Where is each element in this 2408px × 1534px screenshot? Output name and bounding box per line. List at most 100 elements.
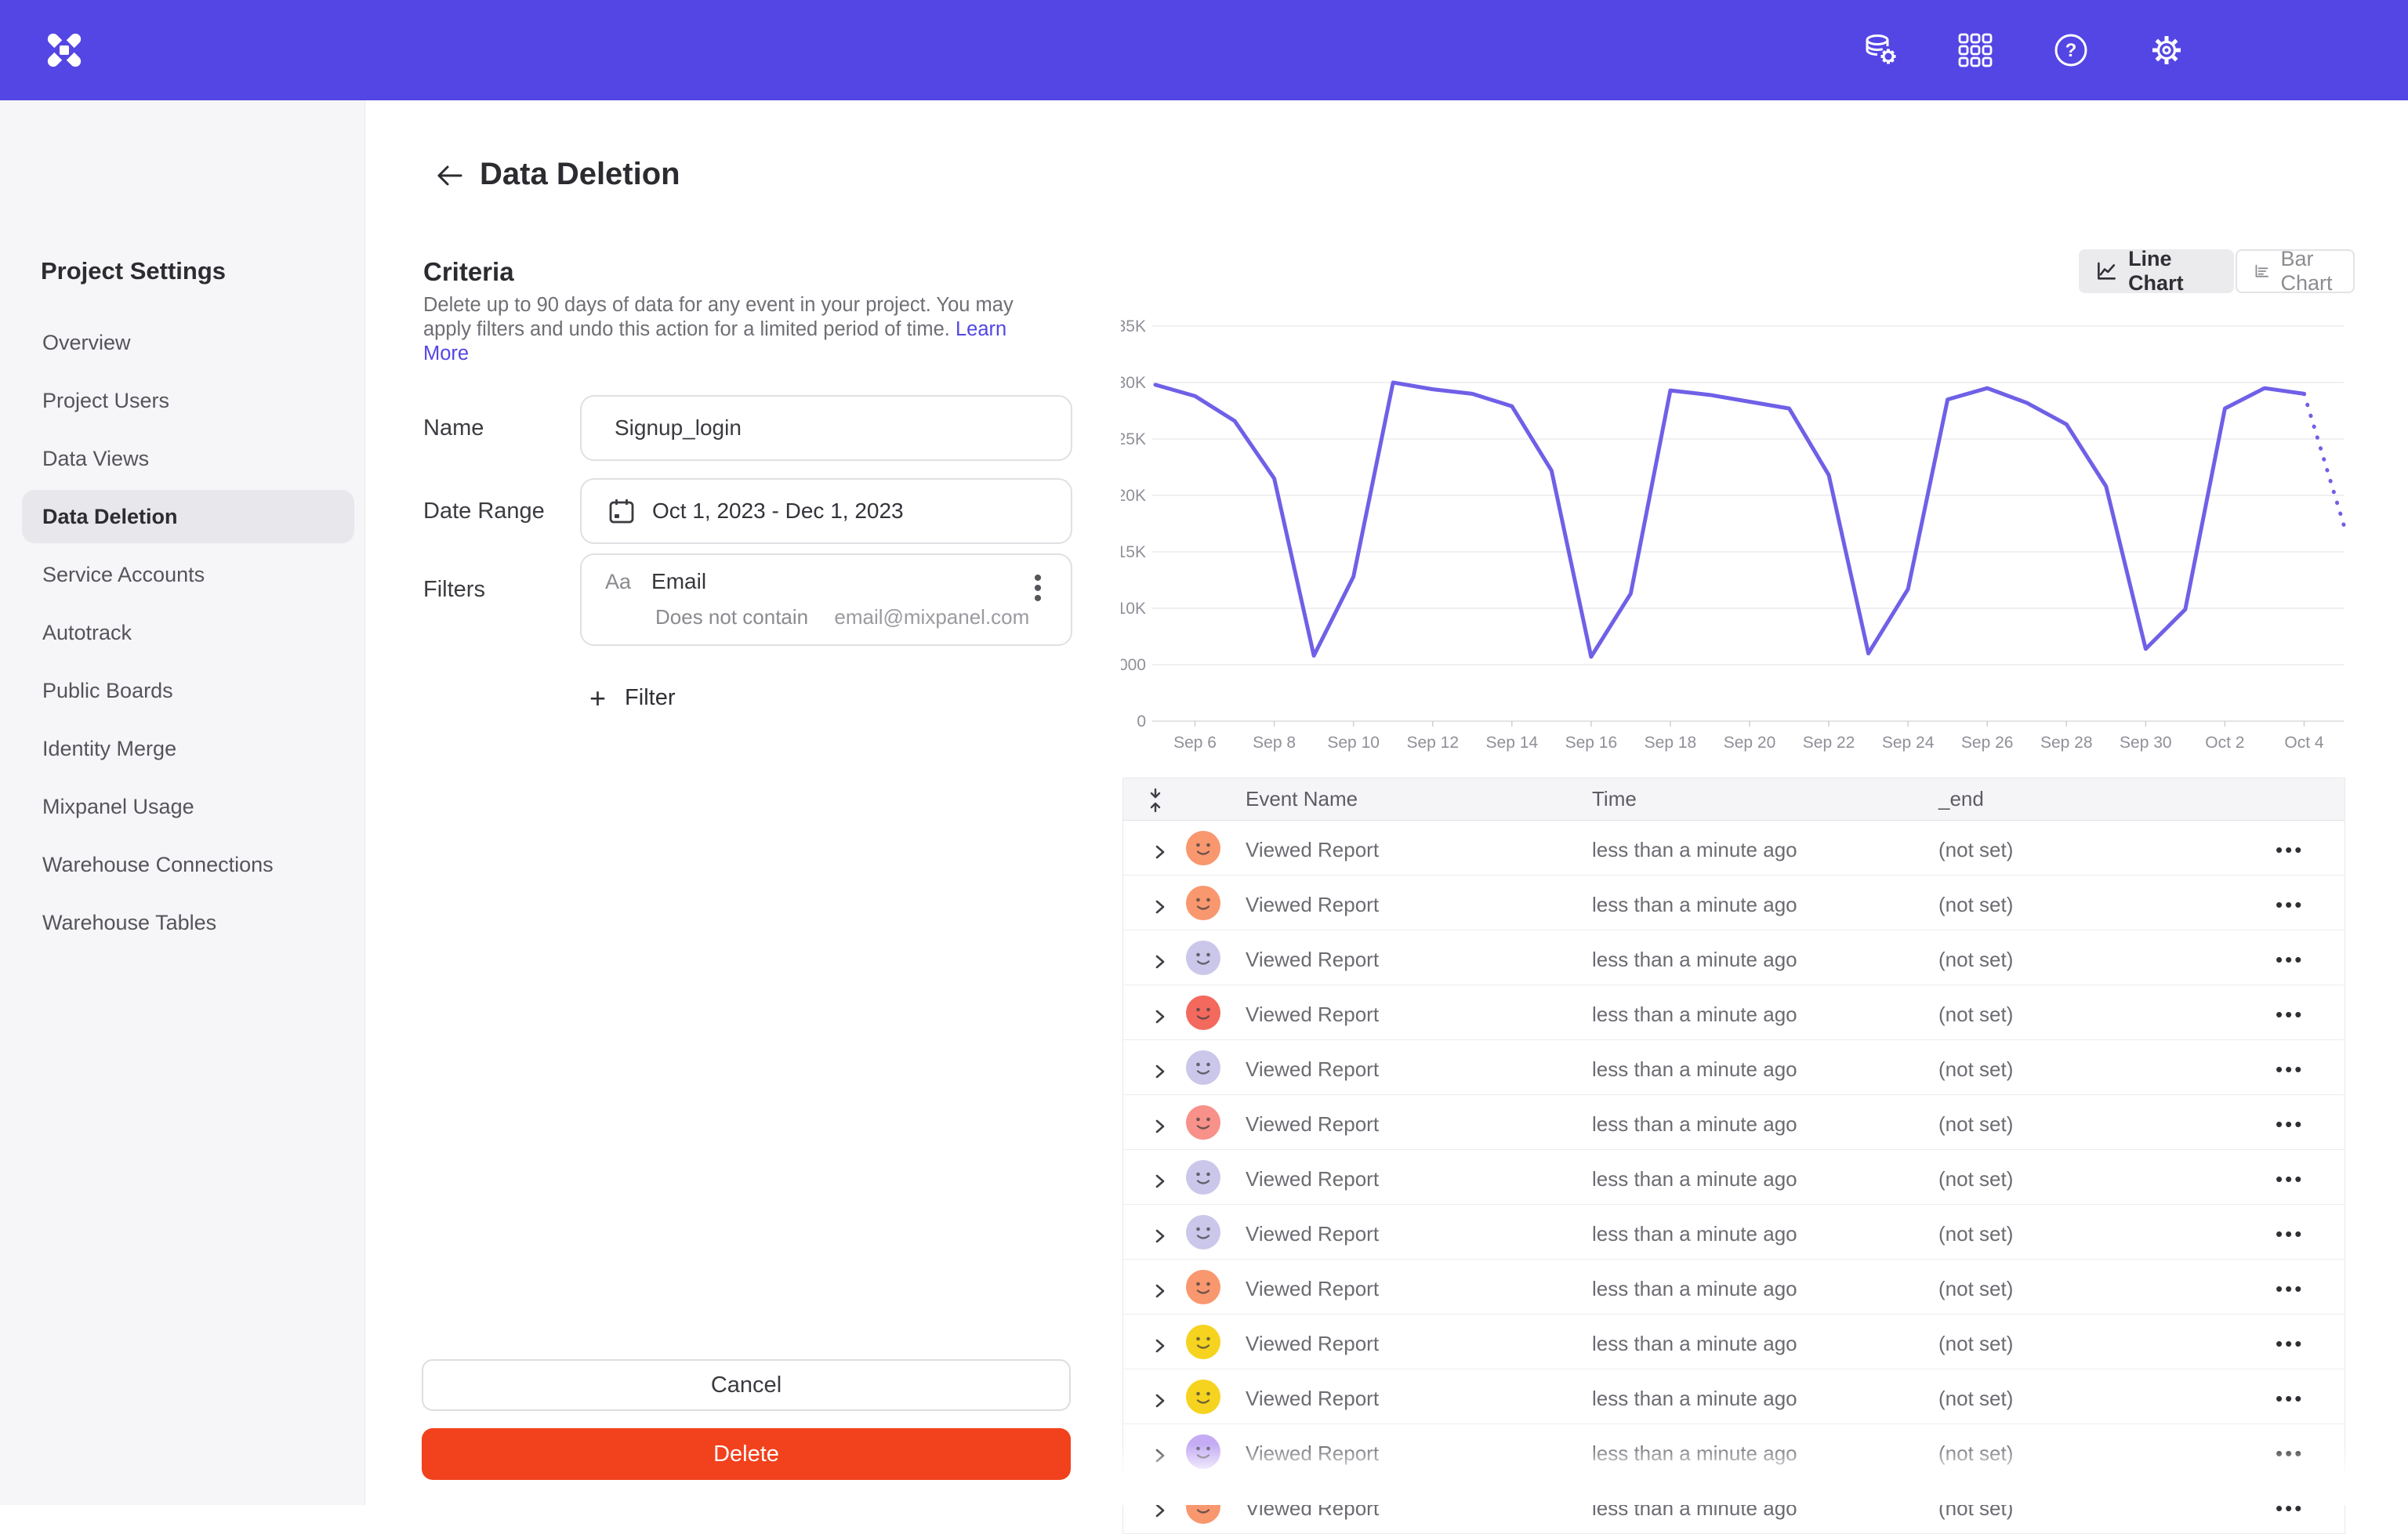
expand-chevron-icon[interactable] [1155,896,1166,920]
row-actions-kebab-icon[interactable]: ••• [2276,1442,2304,1466]
sidebar-item-overview[interactable]: Overview [0,314,365,372]
data-management-icon[interactable] [1861,31,1898,69]
row-actions-kebab-icon[interactable]: ••• [2276,1387,2304,1411]
plus-icon: + [589,687,606,710]
table-row[interactable]: Viewed Report less than a minute ago (no… [1123,1369,2345,1424]
svg-text:?: ? [2065,40,2077,61]
svg-text:Sep 30: Sep 30 [2120,734,2172,752]
cell-time: less than a minute ago [1592,1496,1797,1521]
cell-event-name: Viewed Report [1246,1167,1379,1191]
sidebar-item-project-users[interactable]: Project Users [0,372,365,430]
expand-chevron-icon[interactable] [1155,1115,1166,1140]
cell-end: (not set) [1938,1496,2013,1521]
expand-chevron-icon[interactable] [1155,1500,1166,1524]
table-row[interactable]: Viewed Report less than a minute ago (no… [1123,1479,2345,1534]
svg-text:25K: 25K [1121,430,1146,448]
row-actions-kebab-icon[interactable]: ••• [2276,1277,2304,1301]
table-row[interactable]: Viewed Report less than a minute ago (no… [1123,930,2345,985]
table-row[interactable]: Viewed Report less than a minute ago (no… [1123,1315,2345,1369]
sidebar-item-public-boards[interactable]: Public Boards [0,662,365,720]
table-row[interactable]: Viewed Report less than a minute ago (no… [1123,1150,2345,1205]
cell-event-name: Viewed Report [1246,1332,1379,1356]
cell-event-name: Viewed Report [1246,1387,1379,1411]
table-row[interactable]: Viewed Report less than a minute ago (no… [1123,1424,2345,1479]
cell-time: less than a minute ago [1592,1003,1797,1027]
expand-chevron-icon[interactable] [1155,1335,1166,1359]
filter-menu-kebab-icon[interactable]: ••• [1024,574,1052,604]
user-avatar [1186,1215,1220,1249]
cell-end: (not set) [1938,1387,2013,1411]
column-header-time[interactable]: Time [1592,787,1637,811]
cell-end: (not set) [1938,1277,2013,1301]
bar-chart-toggle[interactable]: Bar Chart [2236,249,2355,293]
sidebar-item-service-accounts[interactable]: Service Accounts [0,546,365,604]
cell-end: (not set) [1938,1442,2013,1466]
cell-end: (not set) [1938,893,2013,917]
collapse-sort-icon[interactable] [1147,788,1164,818]
row-actions-kebab-icon[interactable]: ••• [2276,1003,2304,1027]
expand-chevron-icon[interactable] [1155,1390,1166,1414]
table-row[interactable]: Viewed Report less than a minute ago (no… [1123,1260,2345,1315]
user-avatar [1186,1160,1220,1195]
sidebar-item-identity-merge[interactable]: Identity Merge [0,720,365,778]
table-row[interactable]: Viewed Report less than a minute ago (no… [1123,876,2345,930]
svg-text:Sep 10: Sep 10 [1327,734,1380,752]
add-filter-button[interactable]: + Filter [589,685,675,711]
table-row[interactable]: Viewed Report less than a minute ago (no… [1123,1040,2345,1095]
sidebar-item-mixpanel-usage[interactable]: Mixpanel Usage [0,778,365,836]
sidebar-item-autotrack[interactable]: Autotrack [0,604,365,662]
expand-chevron-icon[interactable] [1155,1225,1166,1249]
expand-chevron-icon[interactable] [1155,1170,1166,1195]
sidebar-item-warehouse-tables[interactable]: Warehouse Tables [0,894,365,952]
row-actions-kebab-icon[interactable]: ••• [2276,838,2304,862]
text-property-icon: Aa [605,570,631,594]
table-row[interactable]: Viewed Report less than a minute ago (no… [1123,985,2345,1040]
sidebar-item-warehouse-connections[interactable]: Warehouse Connections [0,836,365,894]
svg-text:Sep 8: Sep 8 [1253,734,1296,752]
apps-grid-icon[interactable] [1956,31,1994,69]
row-actions-kebab-icon[interactable]: ••• [2276,1057,2304,1082]
cell-end: (not set) [1938,948,2013,972]
events-line-chart[interactable]: 05,00010K15K20K25K30K35KSep 6Sep 8Sep 10… [1121,312,2375,756]
column-header-event-name[interactable]: Event Name [1246,787,1358,811]
line-chart-toggle[interactable]: Line Chart [2079,249,2234,293]
cell-event-name: Viewed Report [1246,893,1379,917]
cell-event-name: Viewed Report [1246,1442,1379,1466]
expand-chevron-icon[interactable] [1155,1061,1166,1085]
svg-text:Oct 2: Oct 2 [2205,734,2244,752]
sidebar-item-data-views[interactable]: Data Views [0,430,365,488]
line-chart-icon [2096,259,2117,283]
sidebar-item-data-deletion[interactable]: Data Deletion [22,490,354,543]
date-range-input[interactable]: Oct 1, 2023 - Dec 1, 2023 [580,478,1072,544]
expand-chevron-icon[interactable] [1155,841,1166,865]
back-button[interactable] [433,160,467,191]
help-icon[interactable]: ? [2052,31,2090,69]
delete-button[interactable]: Delete [422,1428,1071,1480]
mixpanel-logo-icon[interactable] [45,31,83,69]
expand-chevron-icon[interactable] [1155,1445,1166,1469]
settings-gear-icon[interactable] [2148,31,2185,69]
expand-chevron-icon[interactable] [1155,1006,1166,1030]
filter-card[interactable]: Aa Email ••• Does not contain email@mixp… [580,553,1072,646]
chart-type-toggle: Line Chart Bar Chart [2079,249,2355,293]
svg-text:Sep 20: Sep 20 [1724,734,1776,752]
row-actions-kebab-icon[interactable]: ••• [2276,893,2304,917]
table-row[interactable]: Viewed Report less than a minute ago (no… [1123,821,2345,876]
row-actions-kebab-icon[interactable]: ••• [2276,1332,2304,1356]
row-actions-kebab-icon[interactable]: ••• [2276,1496,2304,1521]
row-actions-kebab-icon[interactable]: ••• [2276,1112,2304,1137]
table-row[interactable]: Viewed Report less than a minute ago (no… [1123,1095,2345,1150]
row-actions-kebab-icon[interactable]: ••• [2276,948,2304,972]
expand-chevron-icon[interactable] [1155,1280,1166,1304]
expand-chevron-icon[interactable] [1155,951,1166,975]
name-input[interactable]: Signup_login [580,395,1072,461]
user-avatar [1186,995,1220,1030]
cell-time: less than a minute ago [1592,893,1797,917]
table-row[interactable]: Viewed Report less than a minute ago (no… [1123,1205,2345,1260]
svg-text:10K: 10K [1121,600,1146,618]
column-header-end[interactable]: _end [1938,787,1984,811]
row-actions-kebab-icon[interactable]: ••• [2276,1222,2304,1246]
row-actions-kebab-icon[interactable]: ••• [2276,1167,2304,1191]
user-avatar [1186,1050,1220,1085]
cancel-button[interactable]: Cancel [422,1359,1071,1411]
